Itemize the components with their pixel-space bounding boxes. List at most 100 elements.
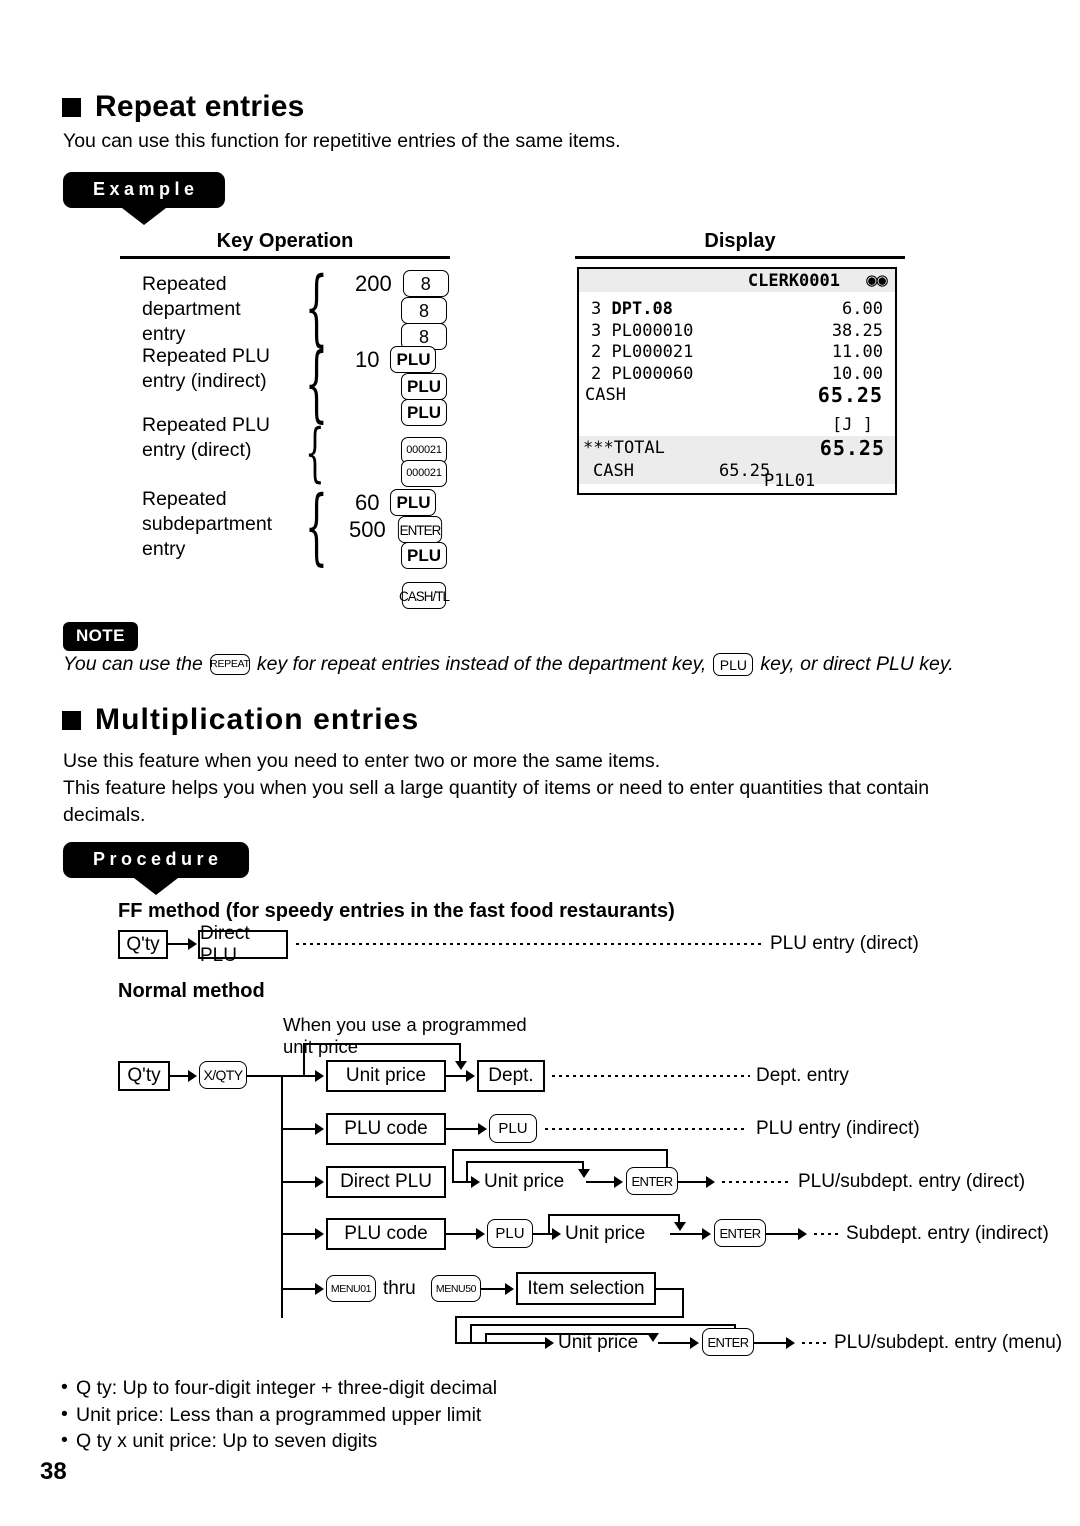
arrow-icon — [466, 1070, 475, 1082]
row5-unit-price-text: Unit price — [558, 1332, 639, 1353]
amount-1: 200 — [355, 270, 392, 296]
bypass-horizontal-5a — [470, 1324, 736, 1326]
connector-line — [678, 1181, 706, 1183]
branch-line-5 — [281, 1288, 315, 1290]
key-plu[interactable]: PLU — [401, 542, 447, 569]
section1-title: Repeat entries — [95, 90, 305, 123]
bypass-vertical-5a — [470, 1324, 472, 1344]
key-plu[interactable]: PLU — [390, 346, 437, 373]
trunk-horizontal — [247, 1075, 283, 1077]
key-plu[interactable]: PLU — [401, 373, 447, 400]
lcd-header: CLERK0001 ◉◉ — [579, 269, 895, 292]
key-direct-plu-000021[interactable]: 000021 — [401, 460, 447, 487]
row3-result-label: PLU/subdept. entry (direct) — [798, 1171, 1026, 1192]
section2-title: Multiplication entries — [95, 703, 420, 736]
key-row-2b: PLU — [401, 373, 447, 400]
bullet-square-icon — [62, 97, 81, 117]
bypass-horizontal-3a — [452, 1149, 668, 1151]
arrow-icon — [706, 1176, 715, 1188]
lcd-footer: P1L01 — [764, 471, 816, 491]
arrow-icon — [315, 1283, 324, 1295]
key-dept-8[interactable]: 8 — [402, 270, 449, 297]
key-dept-8[interactable]: 8 — [401, 297, 447, 324]
arrow-icon — [478, 1123, 487, 1135]
bullet-item: Unit price: Less than a programmed upper… — [59, 1401, 759, 1429]
key-plu[interactable]: PLU — [401, 399, 447, 426]
section2-para3: decimals. — [63, 804, 146, 826]
key-row-cashtl: CASH/TL — [399, 582, 450, 609]
connector-line — [481, 1288, 505, 1290]
bullet-item: Q ty x unit price: Up to seven digits — [59, 1427, 759, 1455]
descend-back-5 — [455, 1316, 684, 1318]
bypass-horizontal-3b — [466, 1161, 584, 1163]
descend-down-5 — [455, 1316, 457, 1344]
row5-item-selection-box[interactable]: Item selection — [516, 1272, 656, 1305]
row2-plu-code-box[interactable]: PLU code — [326, 1113, 446, 1145]
bypass-horizontal-4 — [548, 1214, 680, 1216]
dotted-leader — [543, 1128, 748, 1130]
note-pill: NOTE — [63, 622, 138, 651]
row4-key-plu[interactable]: PLU — [487, 1219, 533, 1248]
row3-unit-price-text: Unit price — [484, 1171, 565, 1192]
row4-result-label: Subdept. entry (indirect) — [846, 1223, 1049, 1244]
operation-label-4: Repeated subdepartment entry — [142, 488, 273, 560]
example-tag: Example — [63, 172, 225, 225]
row3-direct-plu-box[interactable]: Direct PLU — [326, 1166, 446, 1198]
key-plu[interactable]: PLU — [713, 653, 754, 676]
bypass-vertical-3b — [466, 1161, 468, 1182]
section2-para1: Use this feature when you need to enter … — [63, 750, 661, 772]
ff-qty-box[interactable]: Q'ty — [118, 930, 168, 959]
key-row-4c: PLU — [401, 542, 447, 569]
amount-4b: 500 — [349, 516, 386, 542]
ff-direct-plu-box[interactable]: Direct PLU — [198, 923, 288, 966]
programmed-note-line1: When you use a programmed — [283, 1014, 527, 1035]
lcd-item-row: 2 PL000060 10.00 — [591, 363, 883, 384]
arrow-icon — [315, 1176, 324, 1188]
lcd-item-row: 3 DPT.08 6.00 — [591, 299, 883, 319]
row1-dept-box[interactable]: Dept. — [477, 1060, 545, 1092]
arrow-icon — [188, 1070, 197, 1082]
section-heading-multiplication-entries: Multiplication entries — [62, 703, 419, 737]
row1-unit-price-box[interactable]: Unit price — [326, 1060, 446, 1092]
arrow-icon — [674, 1222, 686, 1231]
lcd-journal-marker: [J ] — [832, 415, 873, 435]
bullet-square-icon — [62, 710, 81, 730]
note-text-after: key, or direct PLU key. — [760, 653, 954, 675]
key-row-4a: 60 PLU — [355, 489, 437, 516]
key-plu[interactable]: PLU — [390, 489, 437, 516]
branch-line-4 — [281, 1233, 315, 1235]
procedure-tag-label: Procedure — [63, 842, 249, 895]
normal-method-flow: Q'ty X/QTY Unit price Dept. Dept. entry … — [118, 1043, 1062, 1356]
dotted-leader — [550, 1075, 750, 1077]
key-row-1b: 8 — [401, 297, 447, 324]
row2-key-plu[interactable]: PLU — [489, 1114, 537, 1143]
section-heading-repeat-entries: Repeat entries — [62, 90, 305, 124]
arrow-icon — [545, 1337, 554, 1349]
dotted-leader — [800, 1342, 828, 1344]
row3-key-enter[interactable]: ENTER — [626, 1167, 678, 1195]
bullet-item: Q ty: Up to four-digit integer + three-d… — [59, 1374, 759, 1402]
connector-line — [586, 1181, 614, 1183]
dotted-leader — [812, 1233, 840, 1235]
row5-key-menu50[interactable]: MENU50 — [431, 1275, 481, 1302]
key-cash-total[interactable]: CASH/TL — [399, 582, 450, 609]
key-row-3b: 000021 — [401, 460, 447, 487]
key-enter[interactable]: ENTER — [397, 516, 442, 543]
rule-display — [575, 256, 905, 259]
key-repeat[interactable]: REPEAT — [209, 654, 250, 675]
note-text-before: You can use the — [63, 653, 203, 675]
brace-2: { — [305, 334, 328, 432]
row4-key-enter[interactable]: ENTER — [714, 1219, 766, 1247]
row5-key-enter[interactable]: ENTER — [702, 1328, 754, 1356]
connector-line — [766, 1233, 798, 1235]
row5-key-menu01[interactable]: MENU01 — [326, 1275, 376, 1302]
normal-method-title: Normal method — [118, 980, 265, 1002]
section1-intro: You can use this function for repetitive… — [63, 130, 621, 152]
key-row-1a: 200 8 — [355, 270, 449, 297]
connector-line — [446, 1075, 466, 1077]
row4-plu-code-box[interactable]: PLU code — [326, 1218, 446, 1250]
note-text-middle: key for repeat entries instead of the de… — [256, 653, 707, 675]
qty-box[interactable]: Q'ty — [118, 1061, 170, 1091]
arrow-icon — [315, 1070, 324, 1082]
key-x-qty[interactable]: X/QTY — [199, 1061, 247, 1089]
